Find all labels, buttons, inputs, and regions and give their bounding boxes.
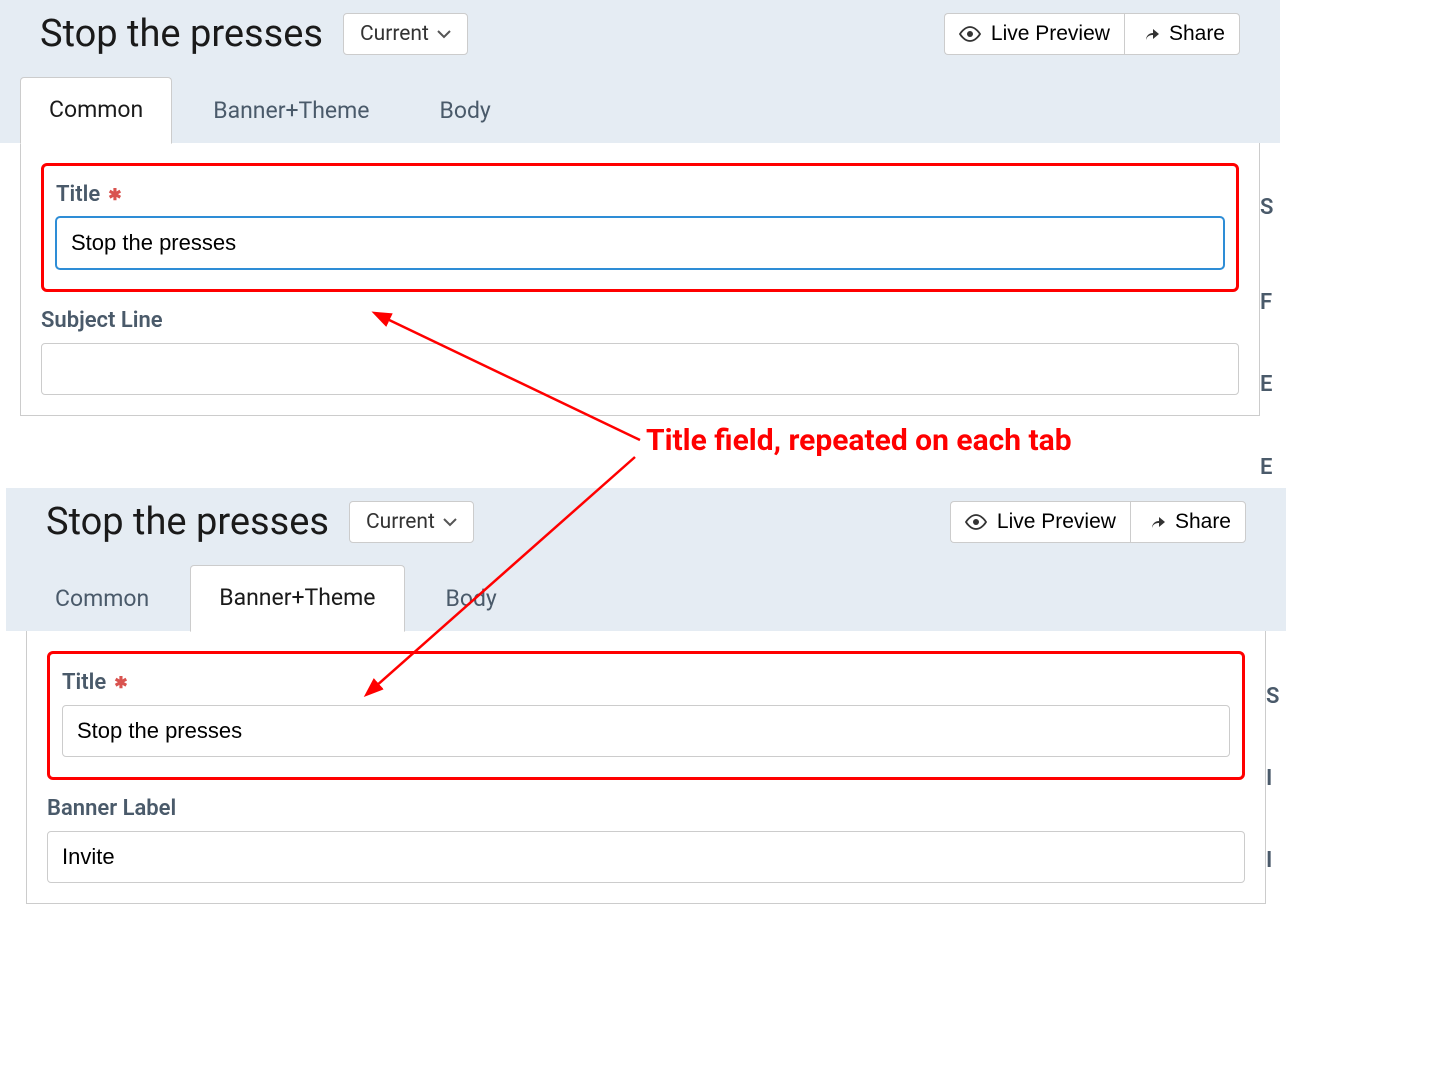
title-label: Title xyxy=(56,182,100,207)
required-icon: ✱ xyxy=(108,185,121,204)
version-dropdown[interactable]: Current xyxy=(343,13,468,55)
sidebar-peek: I xyxy=(1266,848,1286,873)
page-header: Stop the presses Current Live Preview Sh… xyxy=(6,488,1286,564)
page-title: Stop the presses xyxy=(46,500,329,544)
title-input[interactable] xyxy=(56,217,1224,269)
live-preview-button[interactable]: Live Preview xyxy=(950,501,1130,543)
share-label: Share xyxy=(1175,510,1231,534)
title-input[interactable] xyxy=(62,705,1230,757)
form-body: Title ✱ Subject Line xyxy=(20,143,1260,416)
title-label-row: Title ✱ xyxy=(62,670,1230,695)
sidebar-peek: E xyxy=(1260,455,1280,480)
title-highlight-box: Title ✱ xyxy=(47,651,1245,780)
title-highlight-box: Title ✱ xyxy=(41,163,1239,292)
share-button[interactable]: Share xyxy=(1124,13,1240,55)
subject-label: Subject Line xyxy=(41,308,1239,333)
live-preview-label: Live Preview xyxy=(991,22,1110,46)
eye-icon xyxy=(959,26,981,42)
share-label: Share xyxy=(1169,22,1225,46)
required-icon: ✱ xyxy=(114,673,127,692)
form-body: Title ✱ Banner Label xyxy=(26,631,1266,904)
tab-body[interactable]: Body xyxy=(411,78,520,144)
tab-common[interactable]: Common xyxy=(20,77,172,144)
sidebar-peek: E xyxy=(1260,372,1280,397)
banner-label: Banner Label xyxy=(47,796,1245,821)
sidebar-peek: S xyxy=(1260,195,1280,220)
sidebar-peek: I xyxy=(1266,766,1286,791)
banner-label-input[interactable] xyxy=(47,831,1245,883)
tab-row: Common Banner+Theme Body xyxy=(6,564,1286,631)
tab-body[interactable]: Body xyxy=(417,566,526,632)
share-button[interactable]: Share xyxy=(1130,501,1246,543)
annotation-callout: Title field, repeated on each tab xyxy=(646,423,1072,458)
tab-row: Common Banner+Theme Body xyxy=(0,76,1280,143)
page-title: Stop the presses xyxy=(40,12,323,56)
version-dropdown[interactable]: Current xyxy=(349,501,474,543)
tab-common[interactable]: Common xyxy=(26,566,178,632)
subject-line-input[interactable] xyxy=(41,343,1239,395)
chevron-down-icon xyxy=(443,517,457,527)
sidebar-peek: S xyxy=(1266,684,1286,709)
page-header: Stop the presses Current Live Preview Sh… xyxy=(0,0,1280,76)
tab-banner-theme[interactable]: Banner+Theme xyxy=(184,78,398,144)
title-label-row: Title ✱ xyxy=(56,182,1224,207)
editor-panel-banner: Stop the presses Current Live Preview Sh… xyxy=(6,488,1286,904)
version-label: Current xyxy=(360,22,429,46)
editor-panel-common: Stop the presses Current Live Preview Sh… xyxy=(0,0,1280,416)
sidebar-peek: F xyxy=(1260,290,1280,315)
share-icon xyxy=(1139,26,1159,42)
live-preview-button[interactable]: Live Preview xyxy=(944,13,1124,55)
live-preview-label: Live Preview xyxy=(997,510,1116,534)
version-label: Current xyxy=(366,510,435,534)
chevron-down-icon xyxy=(437,29,451,39)
title-label: Title xyxy=(62,670,106,695)
tab-banner-theme[interactable]: Banner+Theme xyxy=(190,565,404,632)
share-icon xyxy=(1145,514,1165,530)
eye-icon xyxy=(965,514,987,530)
